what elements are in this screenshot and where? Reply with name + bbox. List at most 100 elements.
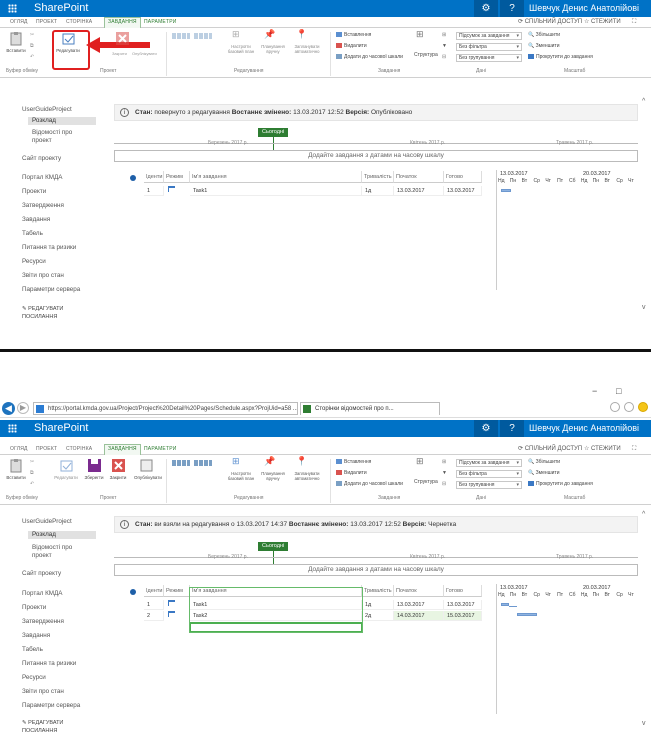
col-finish[interactable]: Готово (444, 171, 482, 183)
nav-project[interactable]: UserGuideProject (22, 518, 72, 526)
timeline-add-tasks[interactable]: Додайте завдання з датами на часову шкал… (114, 150, 638, 162)
col-start[interactable]: Початок (394, 171, 444, 183)
zoom-out-button[interactable]: 🔍 Зменшити (528, 470, 560, 477)
focus-icon[interactable]: ⛶ (632, 18, 636, 27)
home-icon[interactable] (610, 402, 620, 412)
nav-schedule[interactable]: Розклад (28, 117, 96, 125)
structure-icon[interactable]: ⊞ (416, 30, 424, 39)
delete-button[interactable]: Видалити (336, 43, 367, 50)
close-button[interactable] (110, 31, 134, 48)
address-bar[interactable]: https://portal.kmda.gov.ua/Project/Proje… (33, 402, 298, 415)
cell-finish[interactable]: 13.03.2017 (444, 600, 482, 610)
cell-id[interactable]: 2 (144, 611, 164, 621)
nav-resources[interactable]: Ресурси (22, 674, 46, 682)
add-timeline-button[interactable]: Додати до часової шкали (336, 481, 403, 488)
share-button[interactable]: ⟳ СПІЛЬНИЙ ДОСТУП (518, 18, 582, 27)
nav-approvals[interactable]: Затвердження (22, 618, 64, 626)
user-name[interactable]: Шевчук Денис Анатолійові (529, 0, 639, 17)
close-button[interactable]: Закрити (106, 458, 130, 480)
sort-dropdown[interactable]: Підсумок за завдання (456, 32, 522, 40)
col-duration[interactable]: Тривалість (362, 585, 394, 597)
scroll-down-icon[interactable]: v (642, 720, 649, 727)
undo-icon[interactable]: ↶ (30, 481, 34, 488)
cut-icon[interactable]: ✂ (30, 459, 34, 466)
gantt-bar-task2[interactable] (517, 613, 537, 616)
undo-icon[interactable]: ↶ (30, 54, 34, 61)
link-icons[interactable] (194, 460, 212, 466)
app-launcher-icon[interactable] (8, 424, 17, 433)
timeline-add-tasks[interactable]: Додайте завдання з датами на часову шкал… (114, 564, 638, 576)
nav-tasks[interactable]: Завдання (22, 632, 50, 640)
group-dropdown[interactable]: Без групування (456, 481, 522, 489)
filter-icon[interactable]: ▼ (442, 470, 447, 477)
cell-start[interactable]: 13.03.2017 (394, 186, 444, 196)
nav-site[interactable]: Сайт проекту (22, 155, 61, 163)
cut-icon[interactable]: ✂ (30, 32, 34, 39)
nav-issues[interactable]: Питання та ризики (22, 660, 76, 668)
nav-approvals[interactable]: Затвердження (22, 202, 64, 210)
focus-icon[interactable]: ⛶ (632, 445, 636, 454)
copy-icon[interactable]: ⧉ (30, 43, 34, 50)
tab-options[interactable]: ПАРАМЕТРИ (144, 445, 177, 454)
nav-issues[interactable]: Питання та ризики (22, 244, 76, 252)
zoom-out-button[interactable]: 🔍 Зменшити (528, 43, 560, 50)
nav-project[interactable]: UserGuideProject (22, 106, 72, 114)
nav-details[interactable]: Відомості про проект (32, 129, 92, 145)
group-icon[interactable]: ⊟ (442, 481, 446, 488)
tab-options[interactable]: ПАРАМЕТРИ (144, 18, 177, 27)
scroll-up-icon[interactable]: ^ (642, 98, 649, 105)
scroll-task-button[interactable]: Прокрутити до завдання (528, 481, 593, 488)
app-title[interactable]: SharePoint (34, 1, 88, 16)
filter-icon[interactable]: ▼ (442, 43, 447, 50)
nav-portal[interactable]: Портал КМДА (22, 590, 63, 598)
cell-duration[interactable]: 1д (362, 186, 394, 196)
structure-icon[interactable]: ⊞ (416, 457, 424, 466)
col-start[interactable]: Початок (394, 585, 444, 597)
pin-auto-icon[interactable]: 📍 (296, 30, 307, 39)
insert-button[interactable]: Вставлення (336, 459, 371, 466)
nav-timesheet[interactable]: Табель (22, 646, 43, 654)
col-task-name[interactable]: Ім'я завдання (190, 171, 362, 183)
filter-dropdown[interactable]: Без фільтра (456, 43, 522, 51)
help-icon[interactable]: ? (500, 420, 524, 437)
follow-button[interactable]: ☆ СТЕЖИТИ (584, 445, 621, 454)
publish-button[interactable]: Опублікувати (134, 458, 162, 480)
cell-start[interactable]: 14.03.2017 (394, 611, 444, 621)
edit-links[interactable]: ✎ РЕДАГУВАТИ ПОСИЛАННЯ (22, 305, 72, 321)
col-finish[interactable]: Готово (444, 585, 482, 597)
app-launcher-icon[interactable] (8, 4, 17, 13)
nav-portal[interactable]: Портал КМДА (22, 174, 63, 182)
delete-button[interactable]: Видалити (336, 470, 367, 477)
nav-details[interactable]: Відомості про проект (32, 544, 92, 560)
follow-button[interactable]: ☆ СТЕЖИТИ (584, 18, 621, 27)
col-mode[interactable]: Режим (164, 585, 190, 597)
nav-server-settings[interactable]: Параметри сервера (22, 286, 80, 294)
zoom-in-button[interactable]: 🔍 Збільшити (528, 459, 560, 466)
forward-icon[interactable]: ▶ (17, 402, 29, 414)
share-button[interactable]: ⟳ СПІЛЬНИЙ ДОСТУП (518, 445, 582, 454)
minimize-button[interactable]: − (592, 386, 597, 396)
group-dropdown[interactable]: Без групування (456, 54, 522, 62)
gantt-bar-task1[interactable] (501, 603, 509, 606)
pin-manual-icon[interactable]: 📌 (264, 30, 275, 39)
cell-id[interactable]: 1 (144, 186, 164, 196)
tab-project[interactable]: ПРОЕКТ (36, 18, 57, 27)
tab-page[interactable]: СТОРІНКА (66, 445, 92, 454)
col-id[interactable]: Іденти (144, 171, 164, 183)
cell-start[interactable]: 13.03.2017 (394, 600, 444, 610)
settings-gear-icon[interactable]: ⚙ (474, 0, 498, 17)
tab-browse[interactable]: ОГЛЯД (10, 18, 28, 27)
indent-icons[interactable] (172, 460, 190, 466)
tab-browse[interactable]: ОГЛЯД (10, 445, 28, 454)
filter-dropdown[interactable]: Без фільтра (456, 470, 522, 478)
tab-project[interactable]: ПРОЕКТ (36, 445, 57, 454)
nav-tasks[interactable]: Завдання (22, 216, 50, 224)
structure-label[interactable]: Структура (414, 479, 438, 486)
emoji-icon[interactable] (638, 402, 648, 412)
col-id[interactable]: Іденти (144, 585, 164, 597)
cell-duration[interactable]: 1д (362, 600, 394, 610)
col-mode[interactable]: Режим (164, 171, 190, 183)
paste-button[interactable]: Вставити (4, 458, 28, 480)
paste-button[interactable]: Вставити (4, 31, 28, 53)
browser-tab[interactable]: Сторінки відомостей про п... (300, 402, 440, 415)
